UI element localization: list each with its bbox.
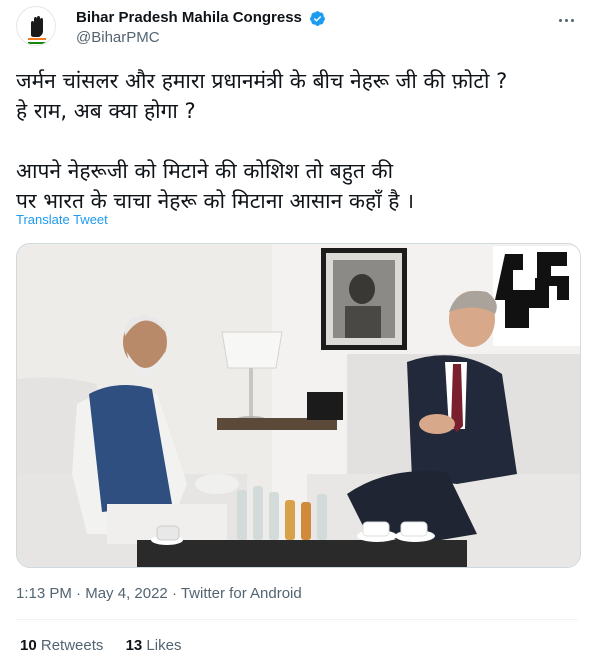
tweet-meta: 1:13 PM · May 4, 2022 · Twitter for Andr… xyxy=(16,585,302,602)
author-display-name[interactable]: Bihar Pradesh Mahila Congress xyxy=(76,8,302,28)
retweets-count: 10 xyxy=(20,637,37,654)
tweet-text: जर्मन चांसलर और हमारा प्रधानमंत्री के बी… xyxy=(16,69,508,213)
likes-count: 13 xyxy=(125,637,143,654)
likes-stat[interactable]: 13 Likes xyxy=(126,637,182,654)
avatar[interactable] xyxy=(16,6,56,46)
author-handle[interactable]: @BiharPMC xyxy=(76,28,326,48)
retweets-stat[interactable]: 10 Retweets xyxy=(20,637,103,654)
meta-separator: · xyxy=(167,585,181,602)
more-options-icon[interactable] xyxy=(554,10,578,30)
tweet-stats: 10 Retweets 13 Likes xyxy=(20,637,199,654)
translate-tweet-link[interactable]: Translate Tweet xyxy=(16,212,108,227)
retweets-label: Retweets xyxy=(40,637,104,654)
author-block[interactable]: Bihar Pradesh Mahila Congress @BiharPMC xyxy=(76,8,326,48)
photo-illustration xyxy=(17,244,580,567)
meta-separator: · xyxy=(71,585,86,602)
congress-hand-logo-icon xyxy=(18,8,55,45)
tweet-photo[interactable] xyxy=(16,243,581,568)
verified-badge-icon xyxy=(310,10,326,26)
likes-label: Likes xyxy=(146,637,182,654)
tweet-source[interactable]: Twitter for Android xyxy=(181,585,302,602)
divider xyxy=(16,619,578,620)
tweet-header: Bihar Pradesh Mahila Congress @BiharPMC xyxy=(16,6,578,50)
tweet-date[interactable]: May 4, 2022 xyxy=(85,585,168,602)
tweet-time[interactable]: 1:13 PM xyxy=(16,585,72,602)
